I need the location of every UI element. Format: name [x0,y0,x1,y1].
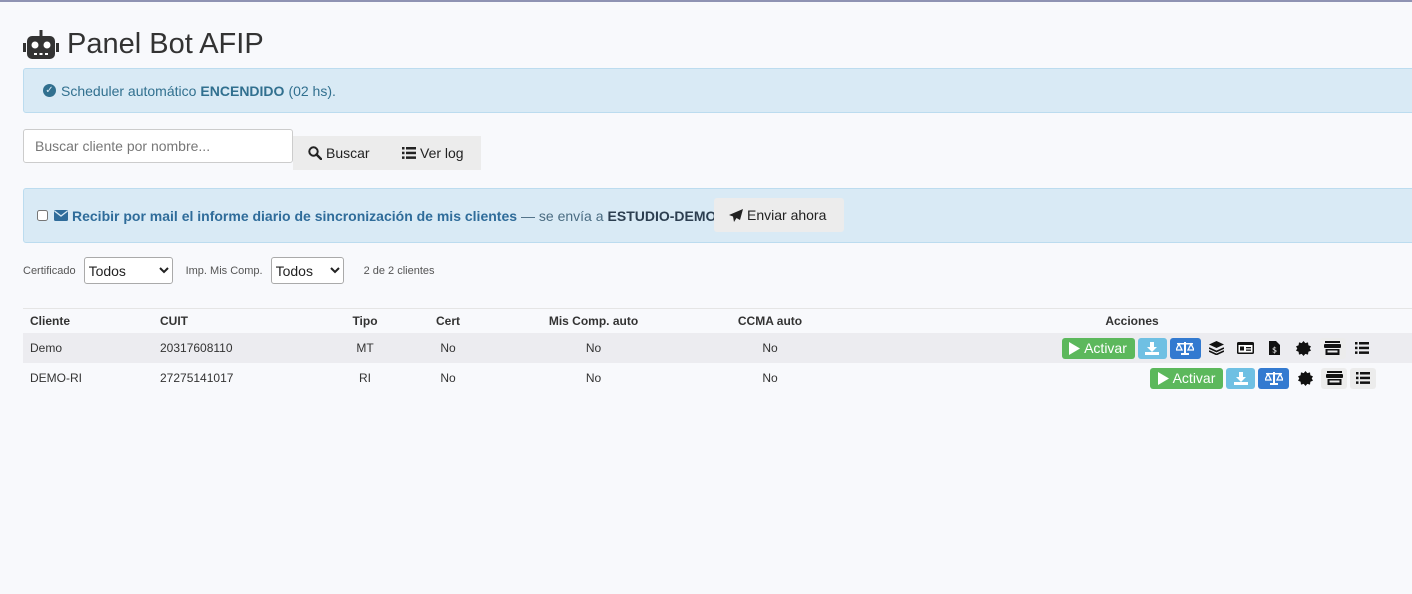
check-circle-icon: ✓ [43,84,56,97]
col-ccma: CCMA auto [688,308,852,333]
col-cert: Cert [397,308,499,333]
scheduler-suffix: (02 hs). [288,82,336,99]
table-row: Demo 20317608110 MT No No No Activar $ [23,333,1412,363]
list-icon [1354,342,1369,354]
certificate-button[interactable] [1292,368,1318,389]
store-icon [1324,341,1341,355]
cert-filter-select[interactable]: Todos [83,257,173,284]
robot-icon [23,29,59,59]
svg-text:$: $ [1272,346,1277,355]
download-button[interactable] [1137,337,1167,359]
search-button[interactable]: Buscar [293,136,388,170]
scheduler-status: ENCENDIDO [200,82,285,99]
paper-plane-icon [729,208,743,222]
cell-actions: Activar [852,363,1412,393]
envelope-icon [54,210,68,221]
cell-cert: No [397,333,499,363]
clients-table: Cliente CUIT Tipo Cert Mis Comp. auto CC… [23,308,1412,393]
imp-filter-select[interactable]: Todos [270,257,344,284]
store-button[interactable] [1319,337,1346,359]
col-acciones: Acciones [852,308,1412,333]
imp-filter-label: Imp. Mis Comp. [185,264,263,277]
activate-button[interactable]: Activar [1061,337,1135,359]
col-mis-comp: Mis Comp. auto [499,308,688,333]
store-icon [1325,371,1343,385]
col-tipo: Tipo [333,308,397,333]
play-icon [1157,371,1169,385]
id-card-icon [1237,342,1254,354]
download-icon [1145,341,1159,355]
view-log-label: Ver log [420,145,464,161]
list-icon [402,147,416,159]
client-count: 2 de 2 clientes [363,264,435,277]
invoice-button[interactable]: $ [1262,338,1288,359]
cell-tipo: MT [333,333,397,363]
cell-cuit: 27275141017 [160,371,234,385]
send-now-button[interactable]: Enviar ahora [714,198,844,232]
cell-tipo: RI [359,371,371,385]
cert-filter-label: Certificado [23,264,76,277]
cell-cliente: DEMO-RI [30,371,82,385]
mail-recipient: ESTUDIO-DEMO [607,207,717,224]
search-input[interactable] [23,129,293,163]
table-row: DEMO-RI 27275141017 RI No No No Activar [23,363,1412,393]
page-title-text: Panel Bot AFIP [67,28,264,60]
send-now-label: Enviar ahora [747,207,827,223]
col-cliente: Cliente [23,308,153,333]
col-cuit: CUIT [153,308,333,333]
certificate-icon [1297,370,1313,386]
table-header-row: Cliente CUIT Tipo Cert Mis Comp. auto CC… [23,308,1412,333]
mail-report-checkbox[interactable] [37,210,48,221]
balance-scale-icon [1176,342,1194,355]
search-button-label: Buscar [326,145,370,161]
list-icon [1356,372,1370,384]
mail-report-label[interactable]: Recibir por mail el informe diario de si… [72,208,517,224]
balance-scale-icon [1264,372,1283,385]
invoice-dollar-icon: $ [1269,341,1280,355]
list-button[interactable] [1350,367,1376,389]
cell-mis-comp: No [499,333,688,363]
cell-ccma: No [762,371,778,385]
download-icon [1233,371,1248,385]
download-button[interactable] [1226,367,1255,389]
filters-bar: Certificado Todos Imp. Mis Comp. Todos 2… [23,257,435,284]
scheduler-prefix: Scheduler automático [61,82,197,99]
layers-icon [1209,341,1224,355]
list-button[interactable] [1349,338,1375,359]
balance-button[interactable] [1258,367,1289,389]
store-button[interactable] [1321,367,1347,389]
play-icon [1069,341,1081,355]
view-log-button[interactable]: Ver log [388,136,481,170]
mail-sent-to-text: — se envía a [521,207,604,224]
certificate-button[interactable] [1291,338,1317,359]
cell-ccma: No [688,333,852,363]
cell-cert: No [440,371,456,385]
cell-cliente: Demo [23,333,153,363]
cell-actions: Activar $ [852,333,1412,363]
activate-button[interactable]: Activar [1150,367,1223,389]
page-title: Panel Bot AFIP [23,28,264,61]
search-icon [308,146,322,160]
scheduler-alert: ✓ Scheduler automático ENCENDIDO (02 hs)… [23,68,1412,113]
cell-mis-comp: No [585,371,602,385]
id-card-button[interactable] [1233,338,1259,359]
certificate-icon [1296,340,1311,356]
balance-button[interactable] [1169,337,1201,359]
cell-cuit: 20317608110 [153,333,333,363]
layers-button[interactable] [1204,338,1230,359]
